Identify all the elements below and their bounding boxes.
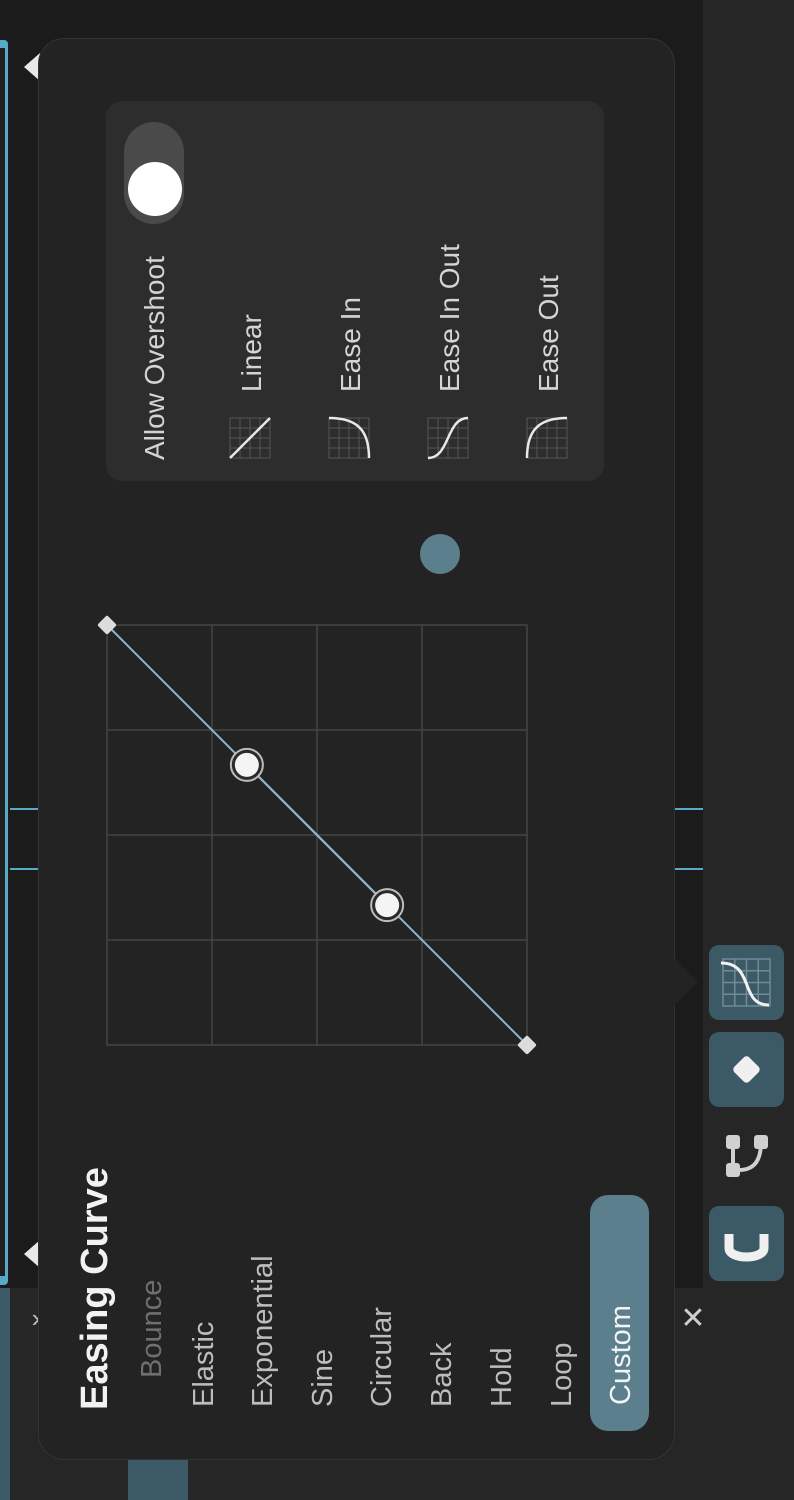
bottom-panel-tab[interactable] <box>128 1460 188 1500</box>
magnet-snap-tool-button[interactable] <box>709 1206 784 1281</box>
path-branch-icon <box>726 1135 768 1177</box>
playback-indicator-dot[interactable] <box>420 534 460 574</box>
easing-category-item[interactable]: Loop <box>546 1342 579 1407</box>
playhead-marker <box>675 868 703 870</box>
magnet-icon <box>723 1226 770 1262</box>
preset-label: Linear <box>236 314 267 392</box>
popover-pointer <box>674 958 698 1006</box>
allow-overshoot-toggle[interactable] <box>124 122 184 224</box>
preset-label: Ease Out <box>533 275 564 392</box>
toggle-knob <box>128 162 182 216</box>
playhead-marker <box>10 808 40 810</box>
easing-curve-tool-button[interactable] <box>709 945 784 1020</box>
easing-category-item[interactable]: Bounce <box>136 1280 169 1378</box>
curve-handle-2[interactable] <box>234 752 259 777</box>
ease-out-curve-icon <box>525 416 568 459</box>
curve-graph <box>97 615 537 1055</box>
keyframe-tool-button[interactable] <box>709 1032 784 1107</box>
bottom-panel-accent <box>0 1288 10 1500</box>
easing-category-item[interactable]: Exponential <box>247 1255 280 1407</box>
ease-in-out-curve-icon <box>427 416 469 460</box>
allow-overshoot-label: Allow Overshoot <box>139 256 170 460</box>
easing-curve-icon <box>720 958 771 1007</box>
playhead-marker <box>10 868 40 870</box>
easing-category-item[interactable]: Back <box>426 1343 459 1407</box>
easing-category-item[interactable]: Circular <box>366 1307 399 1407</box>
linear-curve-icon <box>229 417 271 459</box>
timeline-track <box>0 48 5 1276</box>
preset-label: Ease In Out <box>434 244 465 392</box>
easing-category-item[interactable]: Hold <box>486 1347 519 1407</box>
curve-handle-1[interactable] <box>375 893 400 918</box>
ease-in-curve-icon <box>328 416 371 459</box>
keyframe-diamond-icon <box>733 1056 760 1083</box>
playhead-marker <box>675 808 703 810</box>
custom-category-button[interactable]: Custom <box>590 1195 649 1431</box>
popover-title: Easing Curve <box>74 1167 116 1410</box>
preset-label: Ease In <box>335 297 366 392</box>
easing-category-item[interactable]: Elastic <box>188 1322 221 1407</box>
path-tool-button[interactable] <box>709 1118 784 1193</box>
easing-category-item[interactable]: Sine <box>307 1349 340 1407</box>
custom-label: Custom <box>605 1305 637 1405</box>
close-icon[interactable]: ✕ <box>678 1304 708 1334</box>
